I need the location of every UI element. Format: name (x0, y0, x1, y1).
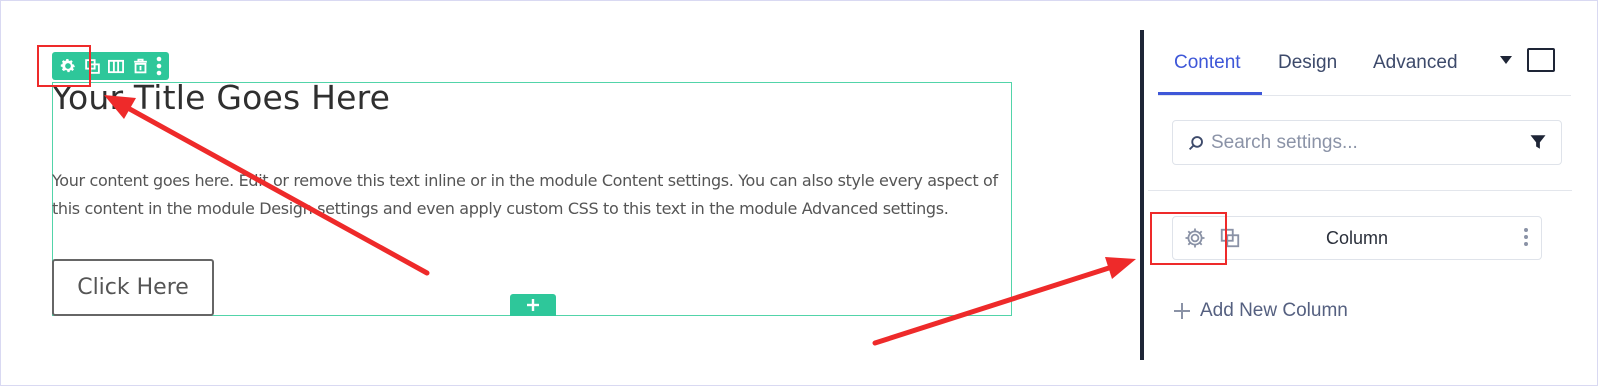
search-icon (1188, 136, 1203, 151)
columns-icon (107, 59, 125, 73)
caret-down-icon[interactable] (1500, 56, 1512, 64)
column-more-button[interactable] (1523, 227, 1529, 252)
highlight-box-module-gear (37, 45, 91, 87)
add-new-column-label: Add New Column (1200, 300, 1348, 321)
tab-content[interactable]: Content (1174, 46, 1241, 96)
tabs-divider (1158, 95, 1571, 96)
filter-icon[interactable] (1529, 133, 1547, 151)
annotation-arrowhead-right (1105, 257, 1136, 279)
trash-icon (133, 58, 147, 74)
add-module-button[interactable] (510, 294, 556, 316)
panel-divider (1140, 30, 1144, 360)
module-title[interactable]: Your Title Goes Here (52, 78, 390, 117)
expand-panel-icon[interactable] (1527, 48, 1555, 72)
settings-search (1172, 120, 1562, 165)
module-delete-button[interactable] (128, 54, 152, 78)
plus-icon (1174, 303, 1190, 319)
column-item[interactable]: Column (1172, 216, 1542, 260)
column-label: Column (1325, 228, 1389, 248)
tab-design[interactable]: Design (1278, 46, 1337, 96)
module-columns-button[interactable] (104, 54, 128, 78)
plus-icon (527, 299, 539, 311)
section-divider (1148, 190, 1572, 191)
more-icon (156, 56, 162, 76)
module-more-button[interactable] (152, 54, 166, 78)
module-body-text[interactable]: Your content goes here. Edit or remove t… (52, 167, 1012, 223)
more-icon (1524, 228, 1528, 246)
click-here-button[interactable]: Click Here (52, 259, 214, 316)
highlight-box-column-gear (1150, 212, 1227, 265)
add-new-column-button[interactable]: Add New Column (1174, 298, 1348, 324)
tab-advanced[interactable]: Advanced (1373, 46, 1458, 96)
search-input[interactable] (1211, 129, 1511, 157)
